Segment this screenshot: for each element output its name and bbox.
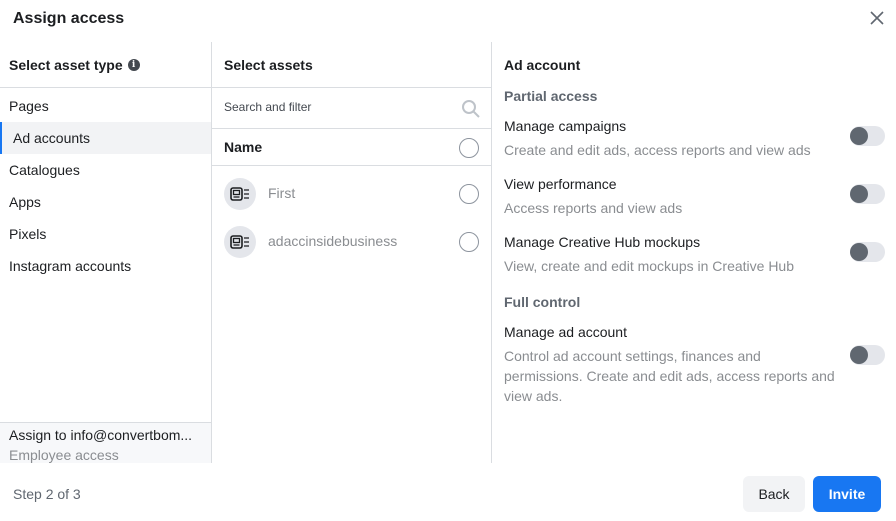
permission-title: Manage ad account xyxy=(504,324,627,340)
permission-description: View, create and edit mockups in Creativ… xyxy=(504,258,795,274)
asset-type-heading-text: Select asset type xyxy=(9,57,123,73)
ad-account-icon xyxy=(224,178,256,210)
back-button[interactable]: Back xyxy=(743,476,805,512)
assets-panel: Select assets Name First adaccinsidebusi… xyxy=(212,42,492,463)
manage-campaigns-toggle[interactable] xyxy=(850,126,885,146)
permission-description: Access reports and view ads xyxy=(504,200,683,216)
permissions-panel: Ad account Partial access Manage campaig… xyxy=(492,42,896,463)
permission-view-performance: View performance Access reports and view… xyxy=(492,174,896,218)
toggle-knob xyxy=(850,243,868,261)
asset-name: First xyxy=(268,185,296,201)
asset-type-pixels[interactable]: Pixels xyxy=(0,218,211,250)
assign-to-summary: Assign to info@convertbom... Employee ac… xyxy=(0,422,211,463)
partial-access-label: Partial access xyxy=(504,88,598,104)
asset-type-panel: Select asset type i Pages Ad accounts Ca… xyxy=(0,42,212,463)
permission-description: Create and edit ads, access reports and … xyxy=(504,142,811,158)
permission-title: Manage campaigns xyxy=(504,118,627,134)
ad-account-icon xyxy=(224,226,256,258)
access-type-label: Employee access xyxy=(9,447,119,463)
toggle-knob xyxy=(850,346,868,364)
invite-button[interactable]: Invite xyxy=(813,476,881,512)
asset-radio[interactable] xyxy=(459,232,479,252)
asset-type-catalogues[interactable]: Catalogues xyxy=(0,154,211,186)
asset-type-ad-accounts[interactable]: Ad accounts xyxy=(0,122,211,154)
assets-heading: Select assets xyxy=(212,42,491,88)
search-icon[interactable] xyxy=(461,99,481,119)
step-indicator: Step 2 of 3 xyxy=(13,486,81,502)
view-performance-toggle[interactable] xyxy=(850,184,885,204)
dialog-header: Assign access xyxy=(0,0,896,42)
asset-type-pages[interactable]: Pages xyxy=(0,90,211,122)
name-header-row: Name xyxy=(212,129,491,166)
asset-row[interactable]: First xyxy=(212,170,491,218)
asset-name: adaccinsidebusiness xyxy=(268,233,398,249)
full-control-label: Full control xyxy=(504,294,581,310)
permission-manage-campaigns: Manage campaigns Create and edit ads, ac… xyxy=(492,116,896,160)
search-input[interactable] xyxy=(224,100,444,114)
permission-creative-hub: Manage Creative Hub mockups View, create… xyxy=(492,232,896,276)
permissions-heading: Ad account xyxy=(504,57,581,73)
close-icon[interactable] xyxy=(868,9,886,27)
search-bar xyxy=(212,88,491,129)
toggle-knob xyxy=(850,127,868,145)
manage-ad-account-toggle[interactable] xyxy=(850,345,885,365)
creative-hub-toggle[interactable] xyxy=(850,242,885,262)
permission-description: Control ad account settings, finances an… xyxy=(504,348,835,404)
toggle-knob xyxy=(850,185,868,203)
dialog-title: Assign access xyxy=(13,10,125,27)
asset-type-apps[interactable]: Apps xyxy=(0,186,211,218)
asset-radio[interactable] xyxy=(459,184,479,204)
permission-title: View performance xyxy=(504,176,617,192)
asset-type-heading: Select asset type i xyxy=(0,42,211,88)
permission-manage-ad-account: Manage ad account Control ad account set… xyxy=(492,322,896,406)
name-column-header: Name xyxy=(224,139,263,155)
select-all-radio[interactable] xyxy=(459,138,479,158)
permission-title: Manage Creative Hub mockups xyxy=(504,234,701,250)
asset-type-instagram-accounts[interactable]: Instagram accounts xyxy=(0,250,211,282)
info-icon[interactable]: i xyxy=(127,59,140,71)
asset-row[interactable]: adaccinsidebusiness xyxy=(212,218,491,266)
assign-to-email: Assign to info@convertbom... xyxy=(9,427,193,443)
